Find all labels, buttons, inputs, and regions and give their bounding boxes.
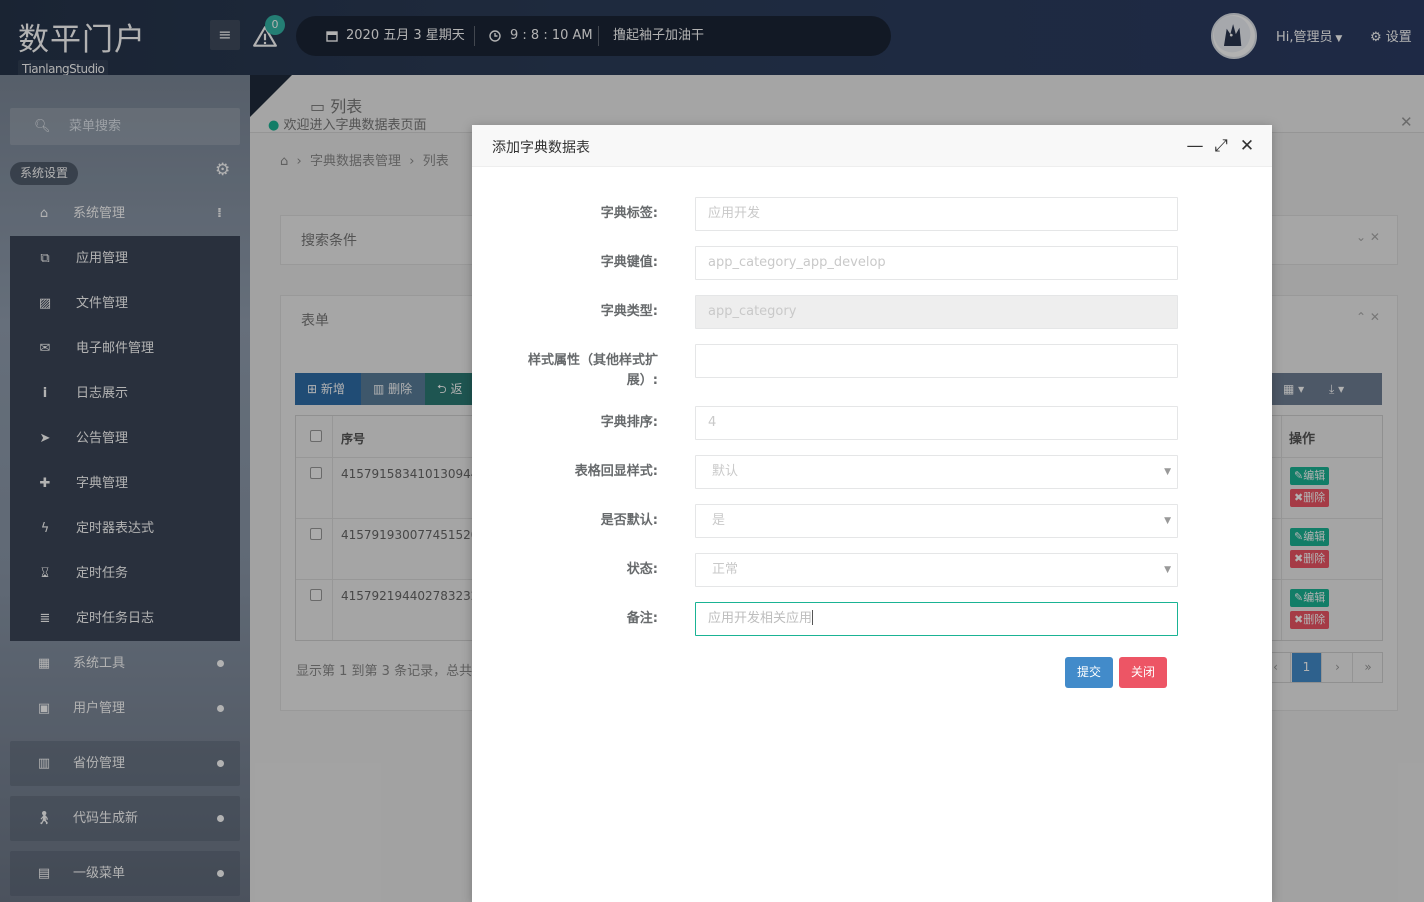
field-label: 备注: (626, 611, 658, 626)
field-label: 表格回显样式: (574, 464, 658, 479)
modal-title: 添加字典数据表 (492, 140, 590, 156)
field-label: 字典标签: (600, 206, 658, 221)
add-dict-modal: 添加字典数据表 — ⤢ ✕ 字典标签: 应用开发 字典键值: app_categ… (472, 125, 1272, 902)
chevron-down-icon: ▼ (1164, 516, 1171, 526)
field-label: 状态: (626, 562, 658, 577)
minimize-icon[interactable]: — (1186, 137, 1204, 155)
remark-input[interactable]: 应用开发相关应用 (695, 602, 1178, 636)
field-label: 字典类型: (600, 304, 658, 319)
list-class-select[interactable]: 默认 ▼ (695, 455, 1178, 489)
field-label: 样式属性（其他样式扩展）: (527, 353, 658, 388)
is-default-select[interactable]: 是 ▼ (695, 504, 1178, 538)
dict-value-input[interactable]: app_category_app_develop (695, 246, 1178, 280)
select-value: 是 (712, 513, 726, 528)
field-label: 字典键值: (600, 255, 658, 270)
select-value: 正常 (712, 562, 739, 577)
dict-label-input[interactable]: 应用开发 (695, 197, 1178, 231)
field-label: 字典排序: (600, 415, 658, 430)
field-label: 是否默认: (600, 513, 658, 528)
text-cursor (812, 610, 814, 625)
input-value: 应用开发相关应用 (708, 611, 813, 626)
submit-button[interactable]: 提交 (1065, 657, 1114, 688)
dict-sort-input[interactable]: 4 (695, 406, 1178, 440)
chevron-down-icon: ▼ (1164, 467, 1171, 477)
css-class-input[interactable] (695, 344, 1178, 378)
maximize-icon[interactable]: ⤢ (1212, 137, 1230, 155)
close-icon[interactable]: ✕ (1238, 137, 1256, 155)
status-select[interactable]: 正常 ▼ (695, 553, 1178, 587)
chevron-down-icon: ▼ (1164, 565, 1171, 575)
modal-header: 添加字典数据表 — ⤢ ✕ (472, 125, 1272, 167)
select-value: 默认 (712, 464, 739, 479)
close-button[interactable]: 关闭 (1119, 657, 1168, 688)
dict-type-input: app_category (695, 295, 1178, 329)
